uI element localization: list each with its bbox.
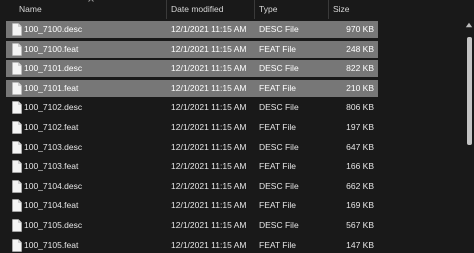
- file-name-cell: 100_7100.desc: [6, 21, 166, 38]
- file-icon: [12, 238, 22, 252]
- file-type: DESC File: [259, 63, 299, 74]
- file-date-modified: 12/1/2021 11:15 AM: [171, 161, 247, 172]
- file-icon: [12, 101, 22, 115]
- file-name: 100_7101.feat: [24, 82, 79, 93]
- column-header-size[interactable]: Size: [328, 0, 380, 19]
- file-size: 197 KB: [346, 122, 374, 132]
- file-row[interactable]: 100_7100.desc 12/1/2021 11:15 AM DESC Fi…: [6, 21, 378, 38]
- scrollbar-thumb[interactable]: [467, 37, 472, 145]
- file-icon: [12, 179, 22, 193]
- file-name: 100_7103.feat: [24, 161, 79, 172]
- file-name: 100_7105.feat: [24, 239, 79, 250]
- file-name-cell: 100_7104.feat: [6, 197, 166, 214]
- file-name-cell: 100_7102.feat: [6, 119, 166, 136]
- file-type: FEAT File: [259, 200, 296, 211]
- vertical-scrollbar[interactable]: [464, 18, 474, 253]
- file-icon: [12, 160, 22, 173]
- file-name-cell: 100_7101.feat: [6, 80, 166, 97]
- file-name: 100_7103.desc: [24, 141, 83, 152]
- file-size: 647 KB: [346, 141, 374, 152]
- column-header-date-modified[interactable]: Date modified: [166, 0, 254, 19]
- file-date-modified: 12/1/2021 11:15 AM: [171, 180, 247, 191]
- file-icon: [12, 42, 22, 56]
- file-icon: [12, 23, 22, 36]
- file-date-modified: 12/1/2021 11:15 AM: [171, 239, 247, 250]
- file-size: 147 KB: [346, 239, 374, 250]
- file-name-cell: 100_7104.desc: [6, 178, 166, 195]
- file-row[interactable]: 100_7104.desc 12/1/2021 11:15 AM DESC Fi…: [6, 178, 378, 195]
- file-date-modified: 12/1/2021 11:15 AM: [171, 102, 247, 113]
- file-name: 100_7104.feat: [24, 200, 79, 211]
- file-size: 567 KB: [346, 220, 374, 230]
- file-date-modified: 12/1/2021 11:15 AM: [171, 122, 247, 132]
- file-name: 100_7100.feat: [24, 43, 79, 54]
- file-size: 169 KB: [346, 200, 374, 211]
- file-size: 210 KB: [346, 82, 374, 93]
- file-type: DESC File: [259, 180, 299, 191]
- file-type: DESC File: [259, 220, 299, 230]
- file-name: 100_7102.feat: [24, 122, 79, 132]
- file-row[interactable]: 100_7101.feat 12/1/2021 11:15 AM FEAT Fi…: [6, 79, 378, 97]
- file-date-modified: 12/1/2021 11:15 AM: [171, 82, 247, 93]
- file-icon: [12, 81, 22, 95]
- file-row[interactable]: 100_7105.feat 12/1/2021 11:15 AM FEAT Fi…: [6, 237, 378, 253]
- file-size: 822 KB: [346, 63, 374, 74]
- file-date-modified: 12/1/2021 11:15 AM: [171, 43, 247, 54]
- file-size: 166 KB: [346, 161, 374, 172]
- file-date-modified: 12/1/2021 11:15 AM: [171, 220, 247, 230]
- file-name: 100_7105.desc: [24, 220, 83, 230]
- file-row[interactable]: 100_7103.desc 12/1/2021 11:15 AM DESC Fi…: [6, 139, 378, 156]
- file-type: FEAT File: [259, 43, 296, 54]
- file-row[interactable]: 100_7103.feat 12/1/2021 11:15 AM FEAT Fi…: [6, 158, 378, 175]
- file-icon: [12, 140, 22, 154]
- file-explorer-details-view: Name Date modified Type Size 100_7100.de…: [0, 0, 474, 253]
- file-row[interactable]: 100_7102.desc 12/1/2021 11:15 AM DESC Fi…: [6, 99, 378, 116]
- file-name-cell: 100_7102.desc: [6, 99, 166, 116]
- file-size: 248 KB: [346, 43, 374, 54]
- file-icon: [12, 219, 22, 232]
- column-header-row: Name Date modified Type Size: [0, 0, 464, 19]
- file-name: 100_7100.desc: [24, 24, 83, 34]
- file-date-modified: 12/1/2021 11:15 AM: [171, 141, 247, 152]
- file-size: 970 KB: [346, 24, 374, 34]
- file-icon: [12, 62, 22, 75]
- file-name-cell: 100_7105.feat: [6, 237, 166, 253]
- file-type: DESC File: [259, 141, 299, 152]
- file-date-modified: 12/1/2021 11:15 AM: [171, 24, 247, 34]
- file-type: FEAT File: [259, 122, 296, 132]
- file-type: FEAT File: [259, 239, 296, 250]
- file-row[interactable]: 100_7104.feat 12/1/2021 11:15 AM FEAT Fi…: [6, 197, 378, 214]
- file-name-cell: 100_7105.desc: [6, 217, 166, 234]
- file-size: 662 KB: [346, 180, 374, 191]
- file-date-modified: 12/1/2021 11:15 AM: [171, 63, 247, 74]
- file-icon: [12, 199, 22, 213]
- file-row[interactable]: 100_7105.desc 12/1/2021 11:15 AM DESC Fi…: [6, 217, 378, 234]
- file-name: 100_7101.desc: [24, 63, 83, 74]
- file-type: DESC File: [259, 24, 299, 34]
- file-name-cell: 100_7101.desc: [6, 60, 166, 77]
- file-date-modified: 12/1/2021 11:15 AM: [171, 200, 247, 211]
- file-name: 100_7104.desc: [24, 180, 83, 191]
- file-name-cell: 100_7103.feat: [6, 158, 166, 175]
- file-row[interactable]: 100_7101.desc 12/1/2021 11:15 AM DESC Fi…: [6, 60, 378, 78]
- file-type: FEAT File: [259, 82, 296, 93]
- column-header-name[interactable]: Name: [15, 0, 165, 19]
- file-name-cell: 100_7103.desc: [6, 139, 166, 156]
- file-name: 100_7102.desc: [24, 102, 83, 113]
- column-header-type[interactable]: Type: [254, 0, 328, 19]
- file-name-cell: 100_7100.feat: [6, 41, 166, 58]
- file-row[interactable]: 100_7102.feat 12/1/2021 11:15 AM FEAT Fi…: [6, 119, 378, 136]
- file-icon: [12, 121, 22, 134]
- file-size: 806 KB: [346, 102, 374, 113]
- file-row[interactable]: 100_7100.feat 12/1/2021 11:15 AM FEAT Fi…: [6, 40, 378, 58]
- file-type: DESC File: [259, 102, 299, 113]
- file-type: FEAT File: [259, 161, 296, 172]
